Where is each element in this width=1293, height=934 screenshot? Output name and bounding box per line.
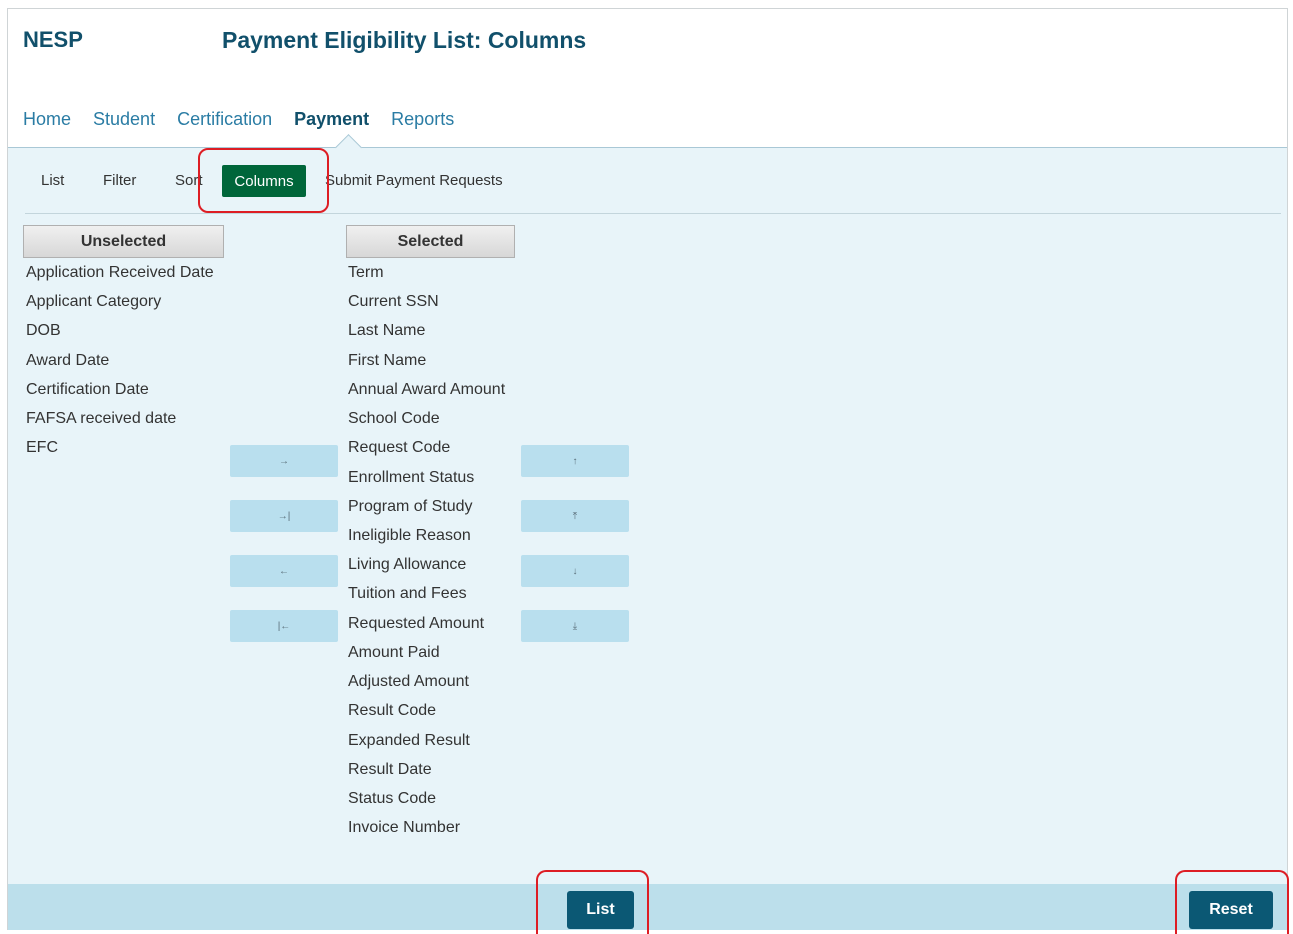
selected-item[interactable]: Result Date (348, 761, 432, 779)
subnav-divider (25, 213, 1281, 214)
selected-item[interactable]: Living Allowance (348, 556, 466, 574)
subnav-filter[interactable]: Filter (103, 172, 136, 189)
subnav-submit-payment-requests[interactable]: Submit Payment Requests (325, 172, 503, 189)
selected-item[interactable]: Invoice Number (348, 819, 460, 837)
selected-item[interactable]: Amount Paid (348, 644, 440, 662)
list-button-highlight (536, 870, 649, 934)
arrow-left-icon: ← (279, 565, 289, 577)
selected-item[interactable]: Result Code (348, 702, 436, 720)
selected-item[interactable]: School Code (348, 410, 440, 428)
remove-column-button[interactable]: ← (230, 555, 338, 587)
page-title: Payment Eligibility List: Columns (222, 27, 587, 53)
selected-item[interactable]: Annual Award Amount (348, 381, 505, 399)
reset-button-highlight (1175, 870, 1289, 934)
move-to-bottom-button[interactable]: ⤓ (521, 610, 629, 642)
app-name: NESP (23, 27, 83, 52)
unselected-item[interactable]: Application Received Date (26, 264, 214, 282)
unselected-item[interactable]: FAFSA received date (26, 410, 176, 428)
nav-reports[interactable]: Reports (391, 109, 454, 130)
unselected-item[interactable]: Award Date (26, 352, 109, 370)
selected-item[interactable]: First Name (348, 352, 426, 370)
selected-item[interactable]: Status Code (348, 790, 436, 808)
add-all-columns-button[interactable]: →| (230, 500, 338, 532)
selected-item[interactable]: Adjusted Amount (348, 673, 469, 691)
nav-payment[interactable]: Payment (294, 109, 369, 130)
move-down-button[interactable]: ↓ (521, 555, 629, 587)
unselected-item[interactable]: EFC (26, 439, 58, 457)
nav-student[interactable]: Student (93, 109, 155, 130)
arrow-right-bar-icon: →| (277, 510, 291, 522)
content-panel (8, 148, 1287, 884)
main-nav: Home Student Certification Payment Repor… (23, 109, 476, 130)
unselected-item[interactable]: Applicant Category (26, 293, 161, 311)
selected-item[interactable]: Requested Amount (348, 615, 484, 633)
selected-item[interactable]: Current SSN (348, 293, 439, 311)
selected-item[interactable]: Request Code (348, 439, 450, 457)
subnav-list[interactable]: List (41, 172, 64, 189)
arrow-left-bar-icon: |← (277, 620, 291, 632)
arrow-right-icon: → (279, 455, 289, 467)
unselected-item[interactable]: DOB (26, 322, 61, 340)
arrow-to-bottom-icon: ⤓ (572, 620, 578, 632)
selected-item[interactable]: Expanded Result (348, 732, 470, 750)
selected-item[interactable]: Enrollment Status (348, 469, 474, 487)
selected-item[interactable]: Program of Study (348, 498, 473, 516)
arrow-to-top-icon: ⤒ (572, 510, 578, 522)
selected-item[interactable]: Last Name (348, 322, 425, 340)
arrow-down-icon: ↓ (572, 565, 578, 577)
selected-item[interactable]: Tuition and Fees (348, 585, 467, 603)
selected-item[interactable]: Term (348, 264, 384, 282)
selected-header: Selected (346, 225, 515, 258)
move-to-top-button[interactable]: ⤒ (521, 500, 629, 532)
remove-all-columns-button[interactable]: |← (230, 610, 338, 642)
move-up-button[interactable]: ↑ (521, 445, 629, 477)
unselected-item[interactable]: Certification Date (26, 381, 149, 399)
nav-home[interactable]: Home (23, 109, 71, 130)
add-column-button[interactable]: → (230, 445, 338, 477)
nav-certification[interactable]: Certification (177, 109, 272, 130)
selected-item[interactable]: Ineligible Reason (348, 527, 471, 545)
arrow-up-icon: ↑ (572, 455, 578, 467)
unselected-header: Unselected (23, 225, 224, 258)
columns-tab-highlight (198, 148, 329, 213)
